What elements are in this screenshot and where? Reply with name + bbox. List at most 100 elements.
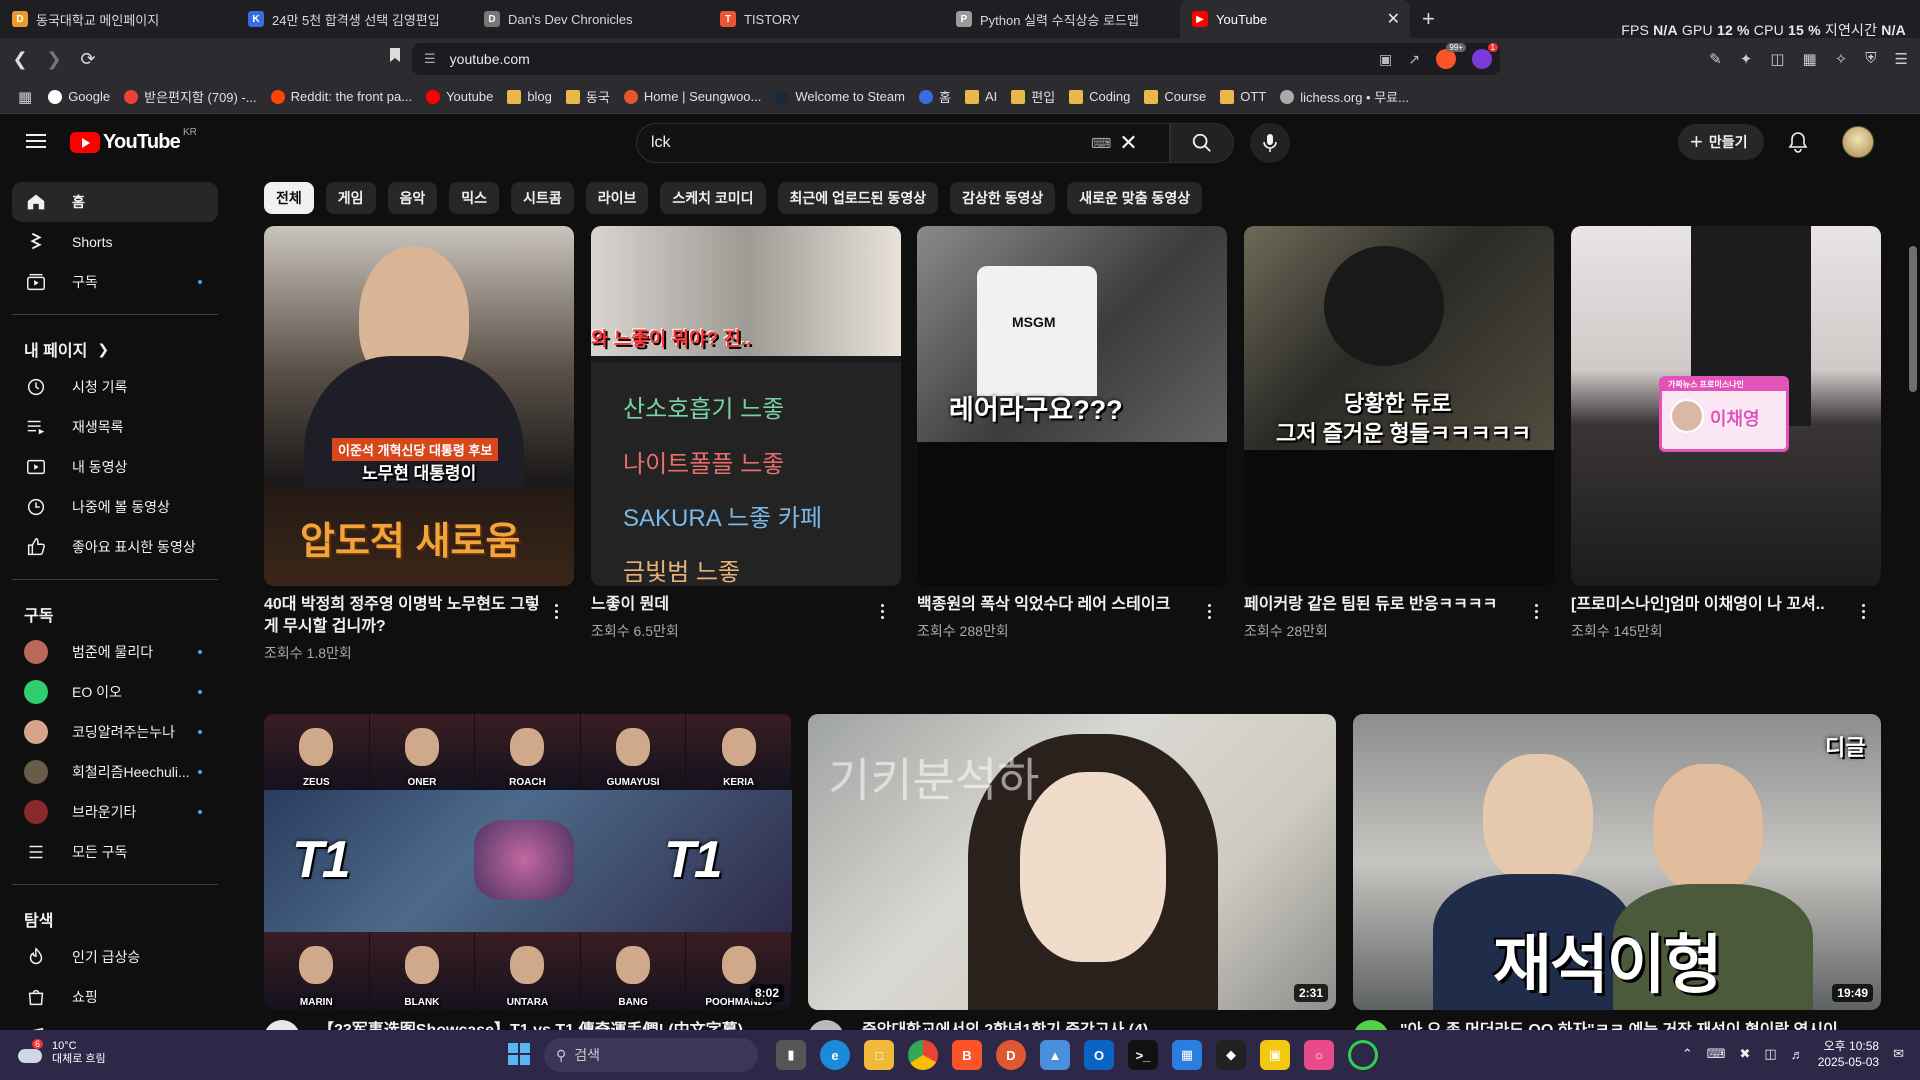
filter-chip[interactable]: 스케치 코미디 [660, 182, 766, 214]
sticky-notes-icon[interactable]: ▣ [1260, 1040, 1290, 1070]
system-clock[interactable]: 오후 10:58 2025-05-03 [1818, 1038, 1879, 1070]
brave-icon[interactable]: B [952, 1040, 982, 1070]
more-options-icon[interactable] [555, 604, 559, 620]
browser-tab[interactable]: D 동국대학교 메인페이지 [0, 0, 236, 38]
sidebar-item[interactable]: 나중에 볼 동영상 [12, 487, 218, 527]
chrome-icon[interactable] [908, 1040, 938, 1070]
reload-icon[interactable]: ⟳ [74, 49, 102, 70]
video-thumbnail[interactable]: 당황한 듀로 그저 즐거운 형들ㅋㅋㅋㅋㅋ [1244, 226, 1554, 586]
tab-close-icon[interactable]: ✕ [1387, 9, 1400, 29]
bookmark-item[interactable]: 동국 [565, 87, 610, 106]
terminal-icon[interactable]: >_ [1128, 1040, 1158, 1070]
video-thumbnail[interactable]: 이준석 개혁신당 대통령 후보 노무현 대통령이 압도적 새로움 [264, 226, 574, 586]
clear-search-icon[interactable]: ✕ [1119, 130, 1137, 156]
network-icon[interactable]: ◫ [1764, 1046, 1776, 1062]
youtube-logo[interactable]: YouTube KR [70, 127, 197, 154]
bookmark-item[interactable]: Coding [1069, 87, 1130, 106]
sidebar-item[interactable]: Shorts [12, 222, 218, 262]
browser-tab[interactable]: T TISTORY [708, 0, 944, 38]
scrollbar-thumb[interactable] [1909, 246, 1917, 392]
leo-ai-icon[interactable]: ✧ [1835, 50, 1848, 68]
video-title[interactable]: 페이커랑 같은 팀된 듀로 반응ㅋㅋㅋㅋ [1244, 594, 1526, 616]
create-button[interactable]: + 만들기 [1678, 124, 1764, 160]
browser-tab[interactable]: D Dan's Dev Chronicles [472, 0, 708, 38]
sidebar-item[interactable]: 재생목록 [12, 407, 218, 447]
filter-chip[interactable]: 라이브 [585, 182, 649, 214]
wallet-icon[interactable]: ▦ [1803, 50, 1817, 68]
notification-bell-icon[interactable]: ✉ [1893, 1046, 1904, 1062]
bookmark-item[interactable]: blog [507, 87, 552, 106]
search-input[interactable] [651, 134, 1091, 152]
video-title[interactable]: 느좋이 뭔데 [591, 594, 873, 616]
messenger-icon[interactable]: ○ [1304, 1040, 1334, 1070]
filter-chip[interactable]: 믹스 [449, 182, 500, 214]
keyboard-icon[interactable]: ⌨ [1091, 135, 1111, 152]
bookmark-item[interactable]: 홈 [918, 87, 951, 106]
video-thumbnail[interactable]: 가짜뉴스 프로미스나인 이채영 [1571, 226, 1881, 586]
back-icon[interactable]: ❮ [6, 49, 34, 70]
video-thumbnail[interactable]: 재석이형 디글 19:49 [1353, 714, 1881, 1010]
photos-icon[interactable]: ▲ [1040, 1040, 1070, 1070]
sidebar-item[interactable]: 인기 급상승 [12, 937, 218, 977]
pen-icon[interactable]: ✎ [1709, 50, 1722, 68]
sidebar-item[interactable]: EO 이오 [12, 672, 218, 712]
filter-chip[interactable]: 게임 [325, 182, 376, 214]
bookmark-item[interactable]: Reddit: the front pa... [270, 87, 412, 106]
filter-chip[interactable]: 시트콤 [511, 182, 574, 214]
bookmark-item[interactable]: Google [48, 87, 110, 106]
sidebar-item[interactable]: 홈 [12, 182, 218, 222]
video-title[interactable]: [프로미스나인]엄마 이채영이 나 꼬셔.. [1571, 594, 1853, 616]
sidebar-item[interactable]: 브라운기타 [12, 792, 218, 832]
sidebar-item[interactable]: 회철리즘Heechuli... [12, 752, 218, 792]
filter-chip[interactable]: 감상한 동영상 [950, 182, 1056, 214]
volume-icon[interactable]: ♬ [1791, 1047, 1804, 1062]
hamburger-menu-icon[interactable] [24, 130, 48, 154]
bookmark-item[interactable]: 편입 [1011, 87, 1055, 106]
sidebar-item[interactable]: 구독 [12, 262, 218, 302]
browser-tab[interactable]: ▶ YouTube ✕ [1180, 0, 1410, 38]
bookmark-item[interactable]: Home | Seungwoo... [623, 87, 761, 106]
sidebar-item[interactable]: 내 동영상 [12, 447, 218, 487]
filter-chip[interactable]: 음악 [387, 182, 438, 214]
bookmark-item[interactable]: Welcome to Steam [775, 87, 905, 106]
bookmark-item[interactable]: 받은편지함 (709) -... [124, 87, 257, 106]
notifications-button[interactable] [1784, 128, 1812, 156]
sidebar-item[interactable]: 좋아요 표시한 동영상 [12, 527, 218, 567]
filter-chip[interactable]: 전체 [264, 182, 314, 214]
video-thumbnail[interactable]: MSGM 레어라구요??? [917, 226, 1227, 586]
more-options-icon[interactable] [1862, 604, 1866, 620]
bookmark-icon[interactable] [388, 47, 402, 68]
weather-widget[interactable]: 6 10°C 대체로 흐림 [16, 1039, 106, 1066]
browser-tab[interactable]: P Python 실력 수직상승 로드맵 [944, 0, 1180, 38]
share-icon[interactable]: ↗ [1408, 51, 1420, 68]
apps-grid-icon[interactable]: ▦ [18, 88, 32, 106]
vpn-icon[interactable]: ⛨ [1865, 50, 1876, 68]
more-options-icon[interactable] [881, 604, 885, 620]
sidebar-item[interactable]: 음악 [12, 1017, 218, 1030]
close-circle-icon[interactable]: ✖ [1740, 1046, 1751, 1062]
filter-chip[interactable]: 최근에 업로드된 동영상 [777, 182, 939, 214]
video-thumbnail[interactable]: 기키분석하 2:31 [808, 714, 1336, 1010]
unity-icon[interactable]: ◆ [1216, 1040, 1246, 1070]
outlook-icon[interactable]: O [1084, 1040, 1114, 1070]
duckduckgo-icon[interactable]: D [996, 1040, 1026, 1070]
cast-icon[interactable]: ▣ [1379, 51, 1392, 68]
bookmark-item[interactable]: Youtube [426, 87, 493, 106]
extensions-icon[interactable]: ✦ [1740, 50, 1753, 68]
sidebar-item[interactable]: 코딩알려주는누나 [12, 712, 218, 752]
filter-chip[interactable]: 새로운 맞춤 동영상 [1067, 182, 1203, 214]
video-thumbnail[interactable]: 와 느좋이 뭐야? 진.. 산소호흡기 느좋 나이트폴플 느좋 SAKURA 느… [591, 226, 901, 586]
sidebar-item[interactable]: 쇼핑 [12, 977, 218, 1017]
site-settings-icon[interactable]: ☰ [424, 51, 436, 67]
store-icon[interactable]: ▦ [1172, 1040, 1202, 1070]
account-avatar[interactable] [1842, 126, 1874, 158]
file-explorer-icon[interactable]: □ [864, 1040, 894, 1070]
bookmark-item[interactable]: Course [1144, 87, 1206, 106]
keyboard-layout-icon[interactable]: ⌨ [1707, 1046, 1726, 1062]
voice-search-button[interactable] [1250, 123, 1290, 163]
address-bar[interactable]: ☰ youtube.com ▣ ↗ 99+ 1 [412, 43, 1500, 75]
sync-icon[interactable] [1348, 1040, 1378, 1070]
brave-shields-icon[interactable]: 99+ [1436, 43, 1466, 69]
video-thumbnail[interactable]: ZEUS ONER ROACH GUMAYUSI KERIA T1 T1 MARIN BL… [264, 714, 792, 1010]
taskbar-search[interactable]: ⚲ 검색 [544, 1038, 758, 1072]
